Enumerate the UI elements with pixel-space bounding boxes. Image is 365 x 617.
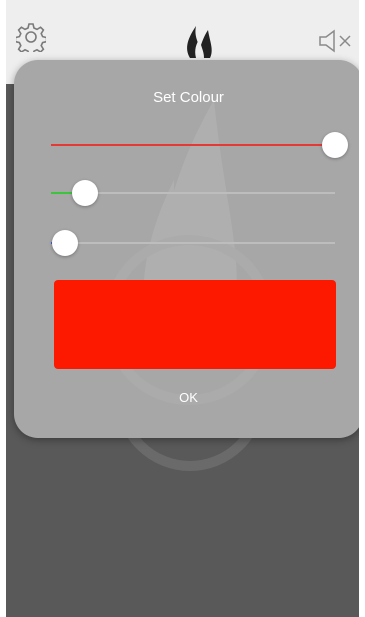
dialog-title: Set Colour [153,89,224,106]
blue-slider-thumb[interactable] [52,230,78,256]
gear-icon[interactable] [16,22,46,52]
green-slider-thumb[interactable] [72,180,98,206]
set-colour-dialog: Set Colour OK [14,60,359,438]
app-screen: Set Colour OK [6,0,359,617]
red-slider[interactable] [51,130,348,160]
ok-button[interactable]: OK [14,390,359,405]
speaker-muted-icon[interactable] [318,28,352,54]
blue-slider[interactable] [51,228,335,258]
red-slider-thumb[interactable] [322,132,348,158]
red-slider-fill [51,144,335,146]
colour-preview-swatch [54,280,336,369]
green-slider[interactable] [51,178,335,208]
blue-slider-track [51,242,335,244]
